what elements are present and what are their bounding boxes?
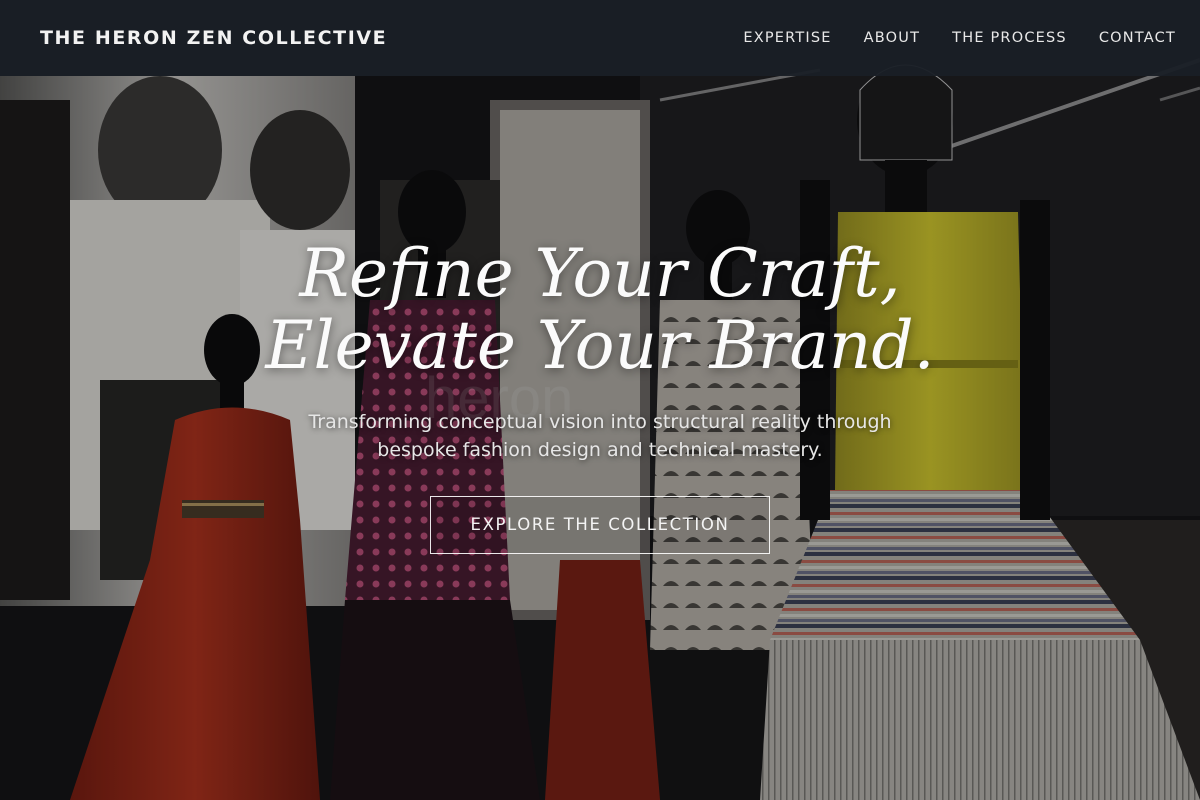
- headline-line-1: Refine Your Craft,: [299, 235, 901, 312]
- nav-item-expertise: EXPERTISE: [743, 29, 831, 47]
- headline-line-2: Elevate Your Brand.: [265, 307, 935, 384]
- nav-link-expertise[interactable]: EXPERTISE: [743, 30, 831, 46]
- nav-item-about: ABOUT: [864, 29, 921, 47]
- nav-link-about[interactable]: ABOUT: [864, 30, 921, 46]
- main-nav: EXPERTISE ABOUT THE PROCESS CONTACT: [743, 29, 1176, 47]
- hero-section: Refine Your Craft, Elevate Your Brand. T…: [0, 238, 1200, 554]
- nav-link-process[interactable]: THE PROCESS: [952, 30, 1067, 46]
- nav-item-process: THE PROCESS: [952, 29, 1067, 47]
- brand-logo-link[interactable]: THE HERON ZEN COLLECTIVE: [40, 27, 387, 49]
- hero-headline: Refine Your Craft, Elevate Your Brand.: [0, 238, 1200, 382]
- explore-collection-button[interactable]: EXPLORE THE COLLECTION: [430, 496, 770, 554]
- site-header: THE HERON ZEN COLLECTIVE EXPERTISE ABOUT…: [0, 0, 1200, 76]
- nav-link-contact[interactable]: CONTACT: [1099, 30, 1176, 46]
- hero-subtitle: Transforming conceptual vision into stru…: [308, 411, 892, 461]
- nav-item-contact: CONTACT: [1099, 29, 1176, 47]
